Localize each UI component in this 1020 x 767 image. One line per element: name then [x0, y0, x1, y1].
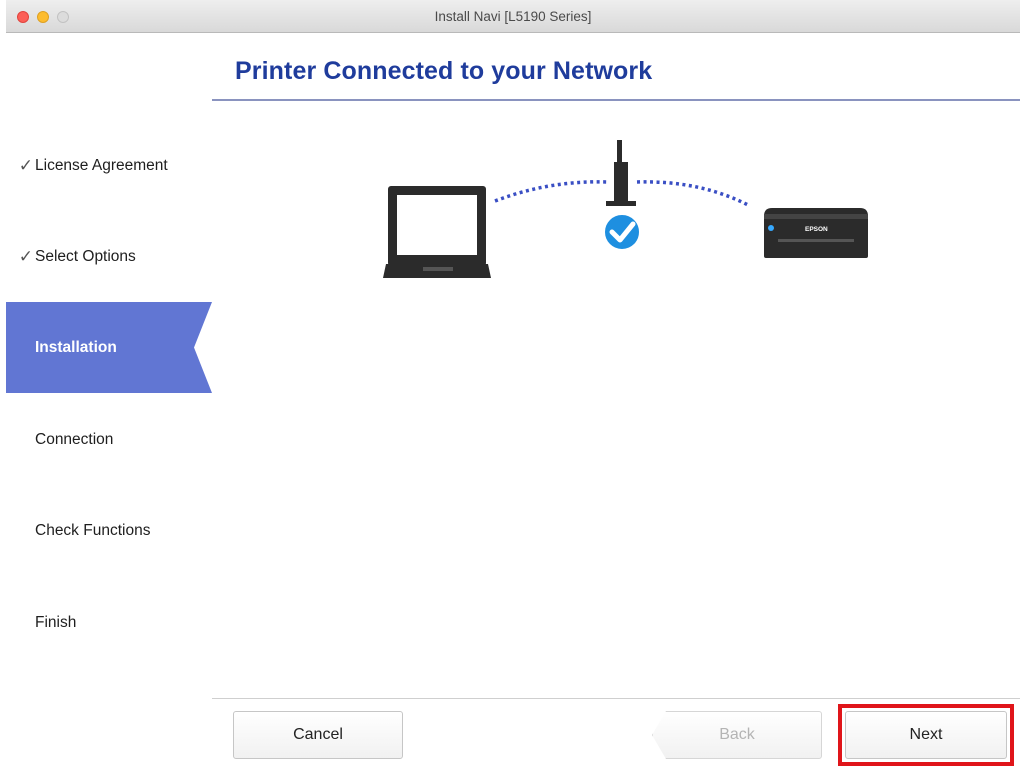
- sidebar-step-license-agreement: ✓ License Agreement: [6, 120, 212, 211]
- connection-dots-left: [494, 180, 609, 203]
- sidebar-step-label: Check Functions: [35, 521, 151, 539]
- sidebar-step-select-options: ✓ Select Options: [6, 211, 212, 302]
- sidebar-step-label: Installation: [35, 338, 117, 356]
- next-button-highlight: [838, 704, 1014, 766]
- success-check-icon: [603, 213, 641, 251]
- sidebar-step-label: Connection: [35, 430, 114, 448]
- page-title: Printer Connected to your Network: [235, 57, 653, 85]
- title-divider: [212, 99, 1020, 101]
- sidebar-step-label: License Agreement: [35, 156, 168, 174]
- printer-icon: EPSON: [764, 208, 868, 258]
- back-button[interactable]: Back: [652, 711, 822, 759]
- cancel-button[interactable]: Cancel: [233, 711, 403, 759]
- checkmark-icon: ✓: [18, 155, 33, 175]
- checkmark-icon: ✓: [18, 246, 33, 266]
- sidebar-step-label: Finish: [35, 613, 77, 631]
- wireless-router-icon: [606, 140, 636, 206]
- sidebar-step-finish: Finish: [6, 577, 212, 668]
- window-title: Install Navi [L5190 Series]: [434, 9, 592, 24]
- sidebar-step-installation: Installation: [6, 302, 212, 393]
- laptop-icon: [383, 186, 491, 278]
- network-connection-illustration: EPSON: [383, 140, 868, 278]
- sidebar-step-check-functions: Check Functions: [6, 485, 212, 576]
- footer-divider: [212, 698, 1020, 699]
- window-titlebar: Install Navi [L5190 Series]: [6, 0, 1020, 33]
- printer-brand-label: EPSON: [805, 226, 828, 233]
- sidebar-step-connection: Connection: [6, 394, 212, 485]
- sidebar-step-label: Select Options: [35, 247, 136, 265]
- connection-dots-right: [636, 180, 751, 208]
